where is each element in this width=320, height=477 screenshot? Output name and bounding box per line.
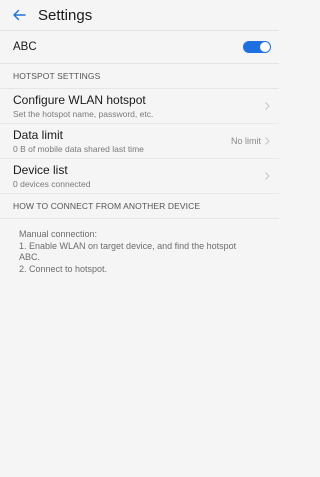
- section-header-how-to-connect: HOW TO CONNECT FROM ANOTHER DEVICE: [0, 194, 279, 219]
- abc-hotspot-row[interactable]: ABC: [0, 30, 279, 64]
- instruction-step-2: 2. Connect to hotspot.: [19, 263, 108, 274]
- toggle-knob: [260, 42, 270, 52]
- arrow-left-icon[interactable]: [10, 6, 28, 24]
- chevron-right-icon: [264, 101, 271, 111]
- data-limit-item[interactable]: Data limit 0 B of mobile data shared las…: [0, 124, 279, 159]
- configure-wlan-hotspot-item[interactable]: Configure WLAN hotspot Set the hotspot n…: [0, 89, 279, 124]
- data-limit-value: No limit: [230, 136, 261, 146]
- abc-label: ABC: [13, 41, 37, 53]
- item-title: Configure WLAN hotspot: [13, 92, 146, 107]
- item-subtitle: 0 B of mobile data shared last time: [13, 143, 144, 154]
- instruction-step-1-cont: ABC.: [19, 252, 41, 262]
- manual-connection-instructions: Manual connection: 1. Enable WLAN on tar…: [0, 219, 279, 275]
- chevron-right-icon: [264, 171, 271, 181]
- page-title: Settings: [38, 6, 93, 24]
- instruction-heading: Manual connection:: [19, 229, 98, 239]
- settings-screen: Settings ABC HOTSPOT SETTINGS Configure …: [0, 0, 279, 477]
- chevron-right-icon: [264, 136, 271, 146]
- header: Settings: [0, 0, 279, 30]
- instruction-step-1: 1. Enable WLAN on target device, and fin…: [19, 240, 237, 251]
- item-title: Device list: [13, 162, 68, 177]
- section-header-hotspot-settings: HOTSPOT SETTINGS: [0, 64, 279, 89]
- device-list-item[interactable]: Device list 0 devices connected: [0, 159, 279, 194]
- item-subtitle: 0 devices connected: [13, 178, 91, 189]
- hotspot-toggle[interactable]: [243, 41, 271, 53]
- item-title: Data limit: [13, 127, 64, 142]
- item-subtitle: Set the hotspot name, password, etc.: [13, 108, 154, 119]
